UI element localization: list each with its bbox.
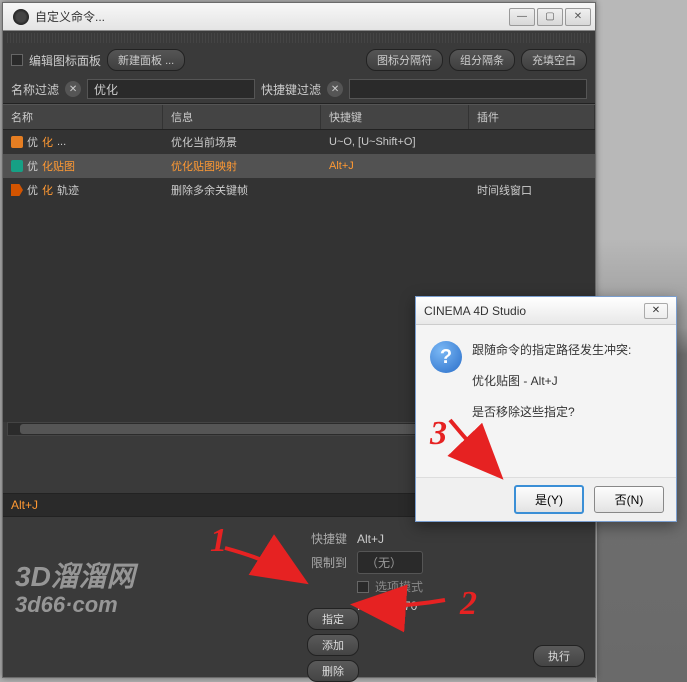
fill-space-button[interactable]: 充填空白 bbox=[521, 49, 587, 71]
minimize-button[interactable]: — bbox=[509, 8, 535, 26]
grip-bar[interactable] bbox=[7, 33, 591, 43]
top-toolbar: 编辑图标面板 新建面板 ... 图标分隔符 组分隔条 充填空白 bbox=[3, 45, 595, 75]
window-title: 自定义命令... bbox=[35, 8, 509, 25]
name-filter-input[interactable] bbox=[87, 79, 255, 99]
confirm-dialog: CINEMA 4D Studio ✕ ? 跟随命令的指定路径发生冲突: 优化贴图… bbox=[415, 296, 677, 522]
table-row[interactable]: 优化轨迹 删除多余关键帧 时间线窗口 bbox=[3, 178, 595, 202]
execute-button[interactable]: 执行 bbox=[533, 645, 585, 667]
titlebar[interactable]: 自定义命令... — ▢ ✕ bbox=[3, 3, 595, 31]
table-row[interactable]: 优化... 优化当前场景 U~O, [U~Shift+O] bbox=[3, 130, 595, 154]
close-button[interactable]: ✕ bbox=[565, 8, 591, 26]
edit-panel-checkbox[interactable] bbox=[11, 54, 23, 66]
dialog-close-button[interactable]: ✕ bbox=[644, 303, 668, 319]
option-mode-label: 选项模式 bbox=[375, 578, 423, 595]
shortcut-filter-input[interactable] bbox=[349, 79, 587, 99]
no-button[interactable]: 否(N) bbox=[594, 486, 664, 513]
icon-separator-button[interactable]: 图标分隔符 bbox=[366, 49, 443, 71]
question-icon: ? bbox=[430, 341, 462, 373]
table-header: 名称 信息 快捷键 插件 bbox=[3, 104, 595, 130]
name-filter-label: 名称过滤 bbox=[11, 81, 59, 98]
command-icon bbox=[11, 184, 23, 196]
maximize-button[interactable]: ▢ bbox=[537, 8, 563, 26]
add-button[interactable]: 添加 bbox=[307, 634, 359, 656]
command-icon bbox=[11, 160, 23, 172]
command-id: ID 1011170 bbox=[357, 599, 579, 613]
th-name[interactable]: 名称 bbox=[3, 105, 163, 129]
filter-row: 名称过滤 ✕ 快捷键过滤 ✕ bbox=[3, 75, 595, 104]
clear-name-filter-icon[interactable]: ✕ bbox=[65, 81, 81, 97]
restrict-dropdown[interactable]: （无） bbox=[357, 551, 423, 574]
shortcut-value: Alt+J bbox=[357, 532, 417, 546]
app-icon bbox=[13, 9, 29, 25]
table-row[interactable]: 优化贴图 优化贴图映射 Alt+J bbox=[3, 154, 595, 178]
option-mode-checkbox[interactable] bbox=[357, 581, 369, 593]
dialog-titlebar[interactable]: CINEMA 4D Studio ✕ bbox=[416, 297, 676, 325]
assign-button[interactable]: 指定 bbox=[307, 608, 359, 630]
group-bar-button[interactable]: 组分隔条 bbox=[449, 49, 515, 71]
th-plugin[interactable]: 插件 bbox=[469, 105, 595, 129]
restrict-label: 限制到 bbox=[311, 554, 357, 571]
th-shortcut[interactable]: 快捷键 bbox=[321, 105, 469, 129]
dialog-message-2: 优化贴图 - Alt+J bbox=[472, 372, 662, 389]
command-icon bbox=[11, 136, 23, 148]
dialog-message-1: 跟随命令的指定路径发生冲突: bbox=[472, 341, 662, 358]
yes-button[interactable]: 是(Y) bbox=[514, 485, 584, 514]
edit-panel-label: 编辑图标面板 bbox=[29, 52, 101, 69]
clear-shortcut-filter-icon[interactable]: ✕ bbox=[327, 81, 343, 97]
window-controls: — ▢ ✕ bbox=[509, 8, 591, 26]
shortcut-filter-label: 快捷键过滤 bbox=[261, 81, 321, 98]
dialog-title: CINEMA 4D Studio bbox=[424, 304, 526, 318]
delete-button[interactable]: 删除 bbox=[307, 660, 359, 682]
th-info[interactable]: 信息 bbox=[163, 105, 321, 129]
shortcut-label: 快捷键 bbox=[311, 530, 357, 547]
new-panel-button[interactable]: 新建面板 ... bbox=[107, 49, 185, 71]
dialog-message-3: 是否移除这些指定? bbox=[472, 403, 662, 420]
